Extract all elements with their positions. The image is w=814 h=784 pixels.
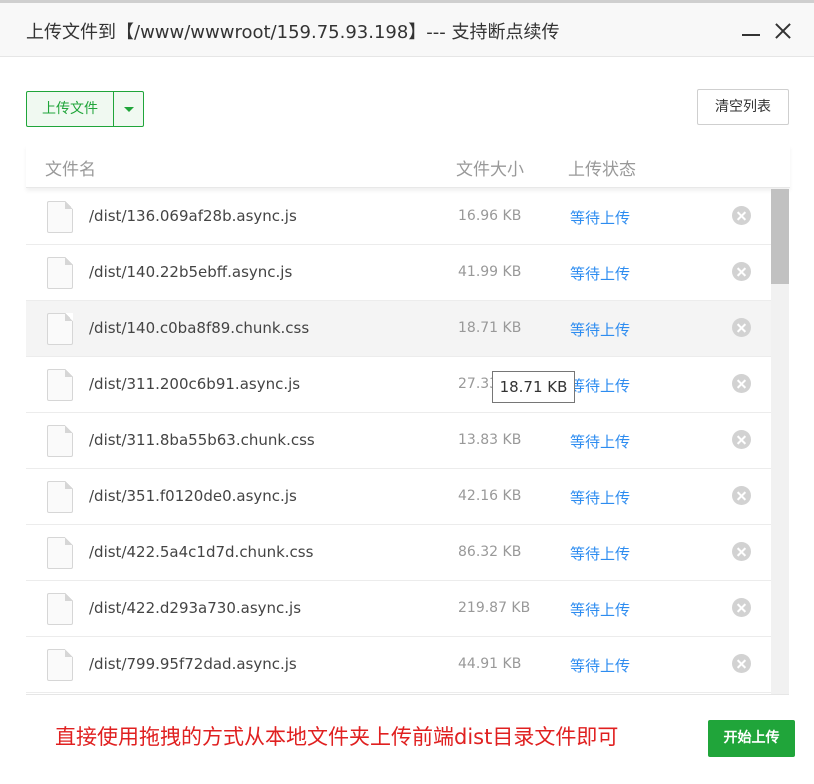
file-name: /dist/422.5a4c1d7d.chunk.css — [89, 543, 314, 561]
file-icon — [47, 201, 73, 233]
size-tooltip: 18.71 KB — [492, 371, 575, 403]
file-icon — [47, 369, 73, 401]
upload-button-group: 上传文件 — [26, 91, 144, 127]
remove-icon[interactable] — [732, 318, 751, 337]
file-size: 16.96 KB — [458, 208, 522, 224]
minimize-icon[interactable] — [741, 21, 761, 41]
upload-status: 等待上传 — [570, 489, 631, 507]
table-row[interactable]: /dist/799.95f72dad.async.js 44.91 KB 等待上… — [26, 637, 771, 693]
table-header: 文件名 文件大小 上传状态 — [26, 145, 790, 188]
file-size: 44.91 KB — [458, 656, 522, 672]
file-icon — [47, 537, 73, 569]
table-row[interactable]: /dist/311.8ba55b63.chunk.css 13.83 KB 等待… — [26, 413, 771, 469]
scrollbar-thumb[interactable] — [771, 189, 789, 284]
upload-status: 等待上传 — [570, 321, 631, 339]
file-icon — [47, 593, 73, 625]
table-row[interactable]: /dist/140.22b5ebff.async.js 41.99 KB 等待上… — [26, 245, 771, 301]
upload-status: 等待上传 — [570, 265, 631, 283]
table-row[interactable]: /dist/422.d293a730.async.js 219.87 KB 等待… — [26, 581, 771, 637]
column-header-status: 上传状态 — [568, 160, 636, 180]
close-icon[interactable] — [773, 21, 793, 41]
column-header-filename: 文件名 — [45, 160, 96, 180]
file-size: 41.99 KB — [458, 264, 522, 280]
file-icon — [47, 649, 73, 681]
file-size: 18.71 KB — [458, 320, 522, 336]
file-size: 86.32 KB — [458, 544, 522, 560]
file-icon — [47, 257, 73, 289]
file-icon — [47, 313, 73, 345]
upload-status: 等待上传 — [570, 209, 631, 227]
file-name: /dist/140.c0ba8f89.chunk.css — [89, 319, 310, 337]
upload-status: 等待上传 — [570, 601, 631, 619]
file-size: 13.83 KB — [458, 432, 522, 448]
file-icon — [47, 425, 73, 457]
file-size: 219.87 KB — [458, 600, 531, 616]
table-row[interactable]: /dist/422.5a4c1d7d.chunk.css 86.32 KB 等待… — [26, 525, 771, 581]
start-upload-button[interactable]: 开始上传 — [708, 720, 795, 757]
column-header-filesize: 文件大小 — [456, 160, 524, 180]
upload-status: 等待上传 — [570, 545, 631, 563]
file-name: /dist/799.95f72dad.async.js — [89, 655, 297, 673]
file-name: /dist/311.8ba55b63.chunk.css — [89, 431, 315, 449]
remove-icon[interactable] — [732, 430, 751, 449]
divider — [26, 694, 789, 695]
dialog-titlebar: 上传文件到【/www/wwwroot/159.75.93.198】--- 支持断… — [0, 0, 814, 57]
remove-icon[interactable] — [732, 374, 751, 393]
upload-status: 等待上传 — [570, 377, 631, 395]
file-icon — [47, 481, 73, 513]
table-row[interactable]: /dist/351.f0120de0.async.js 42.16 KB 等待上… — [26, 469, 771, 525]
remove-icon[interactable] — [732, 542, 751, 561]
file-size: 42.16 KB — [458, 488, 522, 504]
remove-icon[interactable] — [732, 206, 751, 225]
file-name: /dist/422.d293a730.async.js — [89, 599, 302, 617]
drag-hint-text: 直接使用拖拽的方式从本地文件夹上传前端dist目录文件即可 — [55, 725, 619, 749]
upload-files-button[interactable]: 上传文件 — [27, 92, 114, 126]
remove-icon[interactable] — [732, 262, 751, 281]
chevron-down-icon[interactable] — [114, 92, 143, 126]
file-name: /dist/140.22b5ebff.async.js — [89, 263, 293, 281]
table-row[interactable]: /dist/140.c0ba8f89.chunk.css 18.71 KB 等待… — [26, 301, 771, 357]
remove-icon[interactable] — [732, 654, 751, 673]
file-list[interactable]: /dist/136.069af28b.async.js 16.96 KB 等待上… — [26, 189, 771, 694]
dialog-title: 上传文件到【/www/wwwroot/159.75.93.198】--- 支持断… — [26, 22, 560, 43]
upload-status: 等待上传 — [570, 433, 631, 451]
remove-icon[interactable] — [732, 598, 751, 617]
upload-dialog: 上传文件到【/www/wwwroot/159.75.93.198】--- 支持断… — [0, 0, 814, 784]
file-name: /dist/311.200c6b91.async.js — [89, 375, 301, 393]
clear-list-button[interactable]: 清空列表 — [697, 89, 789, 125]
table-row[interactable]: /dist/136.069af28b.async.js 16.96 KB 等待上… — [26, 189, 771, 245]
file-name: /dist/351.f0120de0.async.js — [89, 487, 297, 505]
table-row[interactable]: /dist/311.200c6b91.async.js 27.33 等待上传 — [26, 357, 771, 413]
remove-icon[interactable] — [732, 486, 751, 505]
file-name: /dist/136.069af28b.async.js — [89, 207, 297, 225]
upload-status: 等待上传 — [570, 657, 631, 675]
